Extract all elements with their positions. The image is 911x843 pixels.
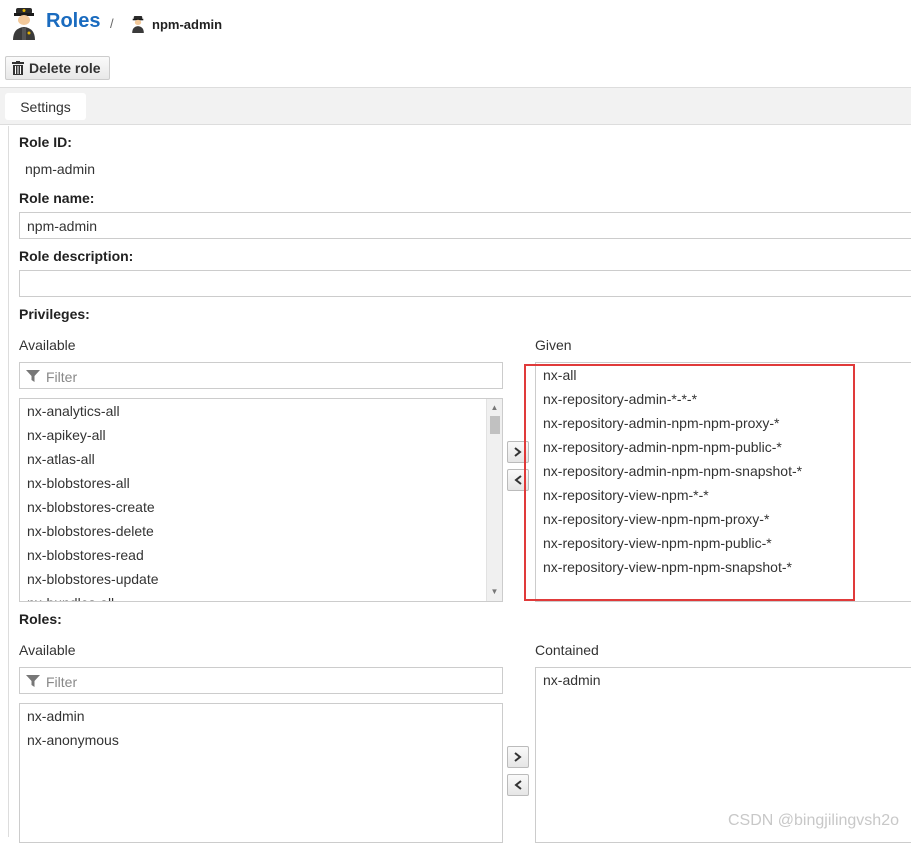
chevron-right-icon bbox=[514, 752, 522, 762]
tab-bar: Settings bbox=[0, 87, 911, 125]
role-name-input[interactable] bbox=[19, 212, 911, 239]
scroll-down-arrow-icon[interactable]: ▼ bbox=[487, 585, 502, 599]
police-officer-icon bbox=[132, 16, 144, 33]
list-item[interactable]: nx-bundles-all bbox=[20, 591, 502, 601]
role-id-value: npm-admin bbox=[25, 161, 96, 177]
list-item[interactable]: nx-atlas-all bbox=[20, 447, 502, 471]
tab-settings[interactable]: Settings bbox=[5, 93, 86, 120]
role-id-label: Role ID: bbox=[19, 134, 72, 150]
privileges-available-label: Available bbox=[19, 337, 76, 353]
list-item[interactable]: nx-blobstores-all bbox=[20, 471, 502, 495]
police-officer-icon bbox=[13, 8, 35, 40]
roles-available-label: Available bbox=[19, 642, 76, 658]
delete-role-label: Delete role bbox=[29, 60, 101, 76]
privileges-given-label: Given bbox=[535, 337, 572, 353]
page-title[interactable]: Roles bbox=[46, 10, 100, 33]
breadcrumb-separator: / bbox=[110, 16, 114, 31]
list-item[interactable]: nx-anonymous bbox=[20, 728, 502, 752]
list-item[interactable]: nx-blobstores-read bbox=[20, 543, 502, 567]
privileges-filter-input[interactable] bbox=[44, 366, 488, 387]
roles-filter-input[interactable] bbox=[44, 671, 488, 692]
roles-contained-label: Contained bbox=[535, 642, 599, 658]
toolbar: Delete role bbox=[0, 53, 911, 85]
trash-icon bbox=[12, 61, 24, 75]
list-item[interactable]: nx-admin bbox=[536, 668, 911, 692]
privileges-available-scrollbar[interactable]: ▲ ▼ bbox=[486, 399, 502, 601]
roles-filter bbox=[19, 667, 503, 694]
annotation-highlight-box bbox=[524, 364, 855, 601]
funnel-icon bbox=[26, 675, 40, 687]
chevron-left-icon bbox=[514, 780, 522, 790]
list-item[interactable]: nx-apikey-all bbox=[20, 423, 502, 447]
roles-available-list[interactable]: nx-admin nx-anonymous bbox=[19, 703, 503, 843]
list-item[interactable]: nx-blobstores-delete bbox=[20, 519, 502, 543]
delete-role-button[interactable]: Delete role bbox=[5, 56, 110, 80]
panel-divider bbox=[8, 126, 9, 837]
scroll-up-arrow-icon[interactable]: ▲ bbox=[487, 401, 502, 415]
privileges-filter bbox=[19, 362, 503, 389]
roles-label: Roles: bbox=[19, 611, 62, 627]
remove-role-button[interactable] bbox=[507, 774, 529, 796]
breadcrumb-current: npm-admin bbox=[152, 17, 223, 32]
watermark: CSDN @bingjilingvsh2o bbox=[728, 812, 899, 829]
list-item[interactable]: nx-blobstores-update bbox=[20, 567, 502, 591]
list-item[interactable]: nx-admin bbox=[20, 704, 502, 728]
chevron-left-icon bbox=[514, 475, 522, 485]
page-header: Roles / npm-admin bbox=[0, 0, 911, 50]
role-name-label: Role name: bbox=[19, 190, 95, 206]
list-item[interactable]: nx-blobstores-create bbox=[20, 495, 502, 519]
funnel-icon bbox=[26, 370, 40, 382]
role-description-label: Role description: bbox=[19, 248, 134, 264]
list-item[interactable]: nx-analytics-all bbox=[20, 399, 502, 423]
privileges-label: Privileges: bbox=[19, 306, 90, 322]
privileges-available-list[interactable]: nx-analytics-all nx-apikey-all nx-atlas-al… bbox=[19, 398, 503, 602]
chevron-right-icon bbox=[514, 447, 522, 457]
scroll-thumb[interactable] bbox=[490, 416, 500, 434]
add-role-button[interactable] bbox=[507, 746, 529, 768]
role-description-input[interactable] bbox=[19, 270, 911, 297]
